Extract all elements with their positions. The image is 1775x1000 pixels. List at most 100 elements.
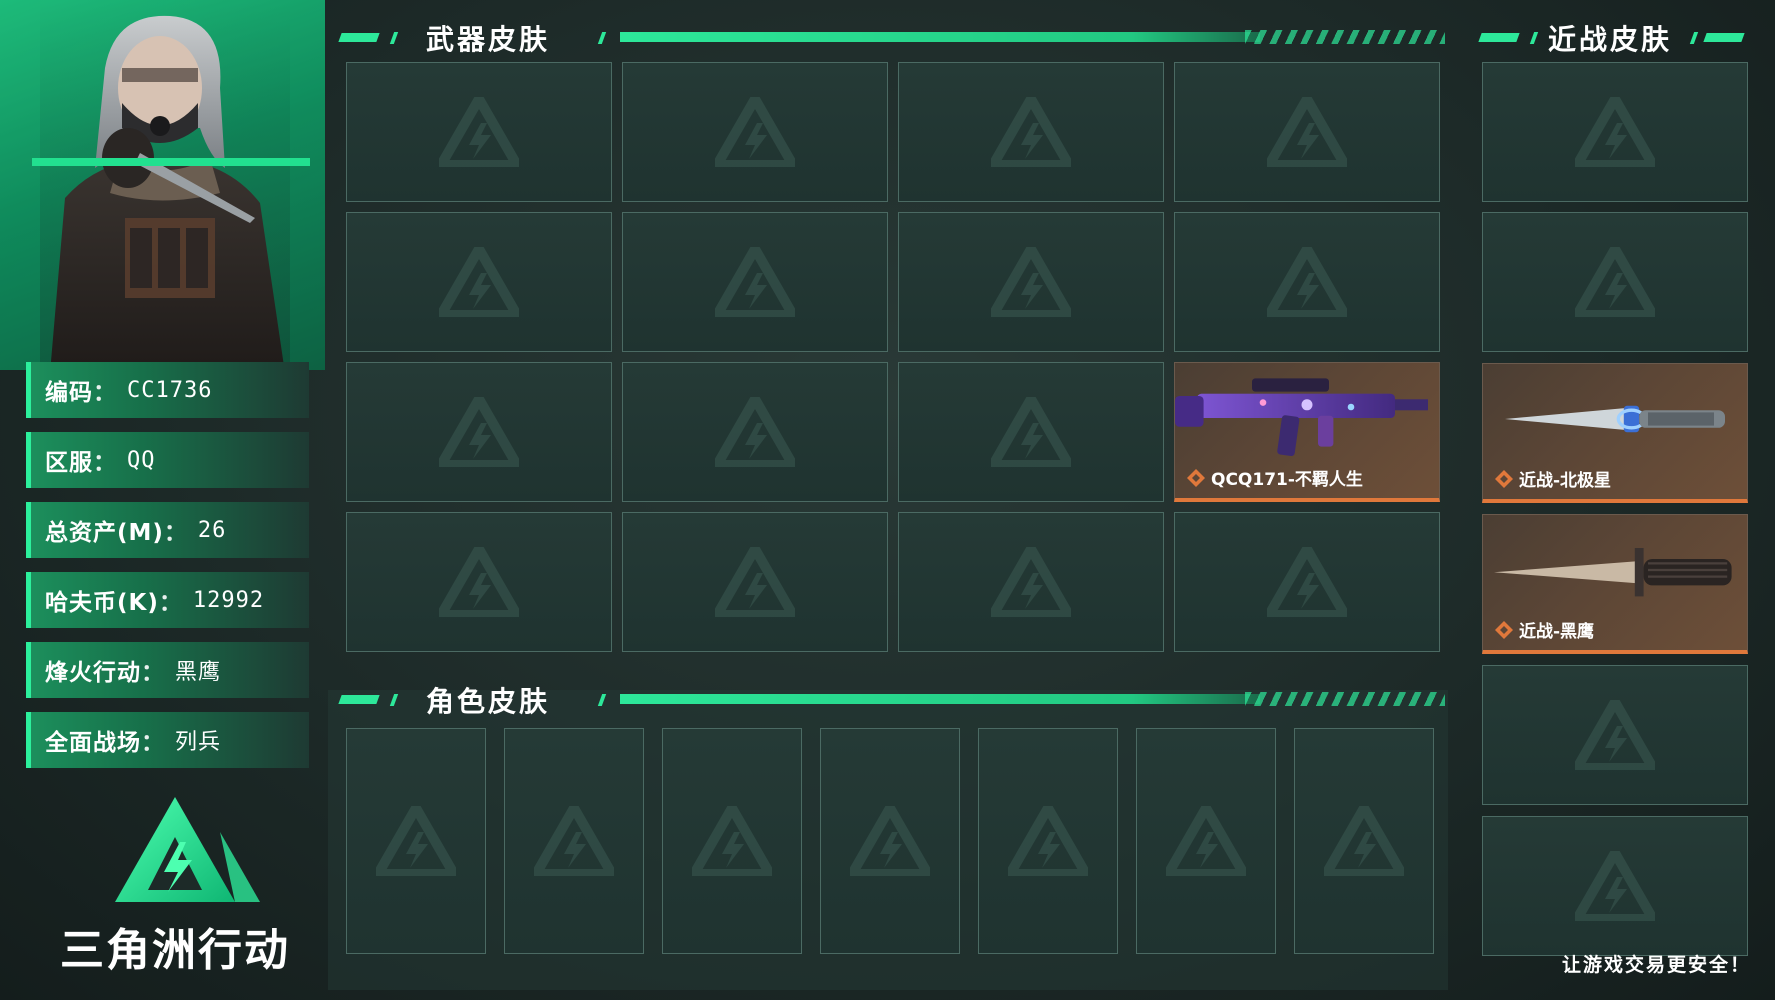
delta-logo-icon [115, 797, 260, 902]
info-key: 总资产(M) [45, 520, 164, 546]
delta-triangle-icon [527, 797, 621, 879]
info-colon: ： [158, 590, 183, 616]
delta-triangle-icon [1568, 238, 1662, 320]
weapon-skin-item[interactable]: QCQ171-不羁人生 [1174, 362, 1440, 502]
weapon-skin-empty-slot[interactable] [346, 512, 612, 652]
weapon-skin-empty-slot[interactable] [1174, 512, 1440, 652]
character-portrait [50, 15, 285, 373]
delta-triangle-icon [984, 538, 1078, 620]
melee-skin-item[interactable]: 近战-北极星 [1482, 363, 1748, 503]
delta-triangle-icon [1568, 691, 1662, 773]
hero-accent-stripe [32, 158, 310, 166]
delta-triangle-icon [1260, 88, 1354, 170]
header-slash [597, 694, 607, 706]
header-slash [389, 694, 399, 706]
melee-skin-empty-slot[interactable] [1482, 212, 1748, 352]
role-skin-empty-slot[interactable] [820, 728, 960, 954]
weapon-skin-empty-slot[interactable] [622, 62, 888, 202]
melee-skin-item-art [1483, 515, 1747, 623]
weapon-skin-empty-slot[interactable] [898, 512, 1164, 652]
delta-triangle-icon [984, 88, 1078, 170]
item-name: 近战-北极星 [1519, 471, 1612, 491]
info-row-code: 编码： CC1736 [26, 362, 309, 418]
weapon-skin-empty-slot[interactable] [346, 62, 612, 202]
role-section-header: 角色皮肤 [338, 680, 1450, 720]
info-colon: ： [163, 520, 188, 546]
role-skin-empty-slot[interactable] [1294, 728, 1434, 954]
delta-triangle-icon [1159, 797, 1253, 879]
weapon-skin-empty-slot[interactable] [346, 212, 612, 352]
delta-triangle-icon [1317, 797, 1411, 879]
weapon-skin-empty-slot[interactable] [1174, 212, 1440, 352]
role-skin-empty-slot[interactable] [662, 728, 802, 954]
weapon-skin-empty-slot[interactable] [1174, 62, 1440, 202]
delta-triangle-icon [1568, 842, 1662, 924]
header-bar [1703, 33, 1745, 42]
delta-triangle-icon [369, 797, 463, 879]
header-slash [597, 32, 607, 44]
info-value: QQ [127, 447, 156, 473]
item-name: QCQ171-不羁人生 [1211, 470, 1363, 490]
header-slash [1689, 32, 1699, 44]
delta-triangle-icon [708, 538, 802, 620]
melee-section-header: 近战皮肤 [1478, 18, 1750, 58]
header-bar [338, 33, 380, 42]
role-section-title: 角色皮肤 [426, 685, 551, 718]
info-row-warfare-rank: 全面战场： 列兵 [26, 712, 309, 768]
role-skin-empty-slot[interactable] [978, 728, 1118, 954]
delta-triangle-icon [984, 388, 1078, 470]
info-key: 哈夫币(K) [45, 590, 159, 616]
role-skin-empty-slot[interactable] [1136, 728, 1276, 954]
info-key: 编码 [45, 380, 93, 406]
info-row-havoc-coin: 哈夫币(K)： 12992 [26, 572, 309, 628]
melee-skin-empty-slot[interactable] [1482, 816, 1748, 956]
info-key: 全面战场 [45, 730, 141, 756]
item-label: 近战-黑鹰 [1495, 617, 1594, 642]
item-name: 近战-黑鹰 [1519, 622, 1595, 642]
melee-skin-empty-slot[interactable] [1482, 665, 1748, 805]
info-value: 黑鹰 [175, 660, 222, 685]
diamond-rarity-icon [1495, 620, 1513, 639]
info-colon: ： [93, 380, 117, 406]
header-line [620, 32, 1260, 42]
melee-skin-item[interactable]: 近战-黑鹰 [1482, 514, 1748, 654]
weapon-section-header: 武器皮肤 [338, 18, 1450, 58]
role-skin-empty-slot[interactable] [504, 728, 644, 954]
header-ticks [1245, 30, 1445, 44]
weapon-skin-empty-slot[interactable] [622, 212, 888, 352]
weapon-section-title: 武器皮肤 [426, 23, 551, 56]
info-value: CC1736 [127, 377, 213, 403]
delta-triangle-icon [843, 797, 937, 879]
footer-slogan: 让游戏交易更安全！ [1561, 954, 1751, 976]
weapon-skin-empty-slot[interactable] [622, 512, 888, 652]
delta-triangle-icon [708, 88, 802, 170]
info-colon: ： [93, 450, 117, 476]
delta-triangle-icon [1568, 88, 1662, 170]
info-row-total-assets: 总资产(M)： 26 [26, 502, 309, 558]
weapon-skin-empty-slot[interactable] [898, 362, 1164, 502]
header-ticks [1245, 692, 1445, 706]
delta-triangle-icon [432, 538, 526, 620]
header-slash [389, 32, 399, 44]
role-skin-empty-slot[interactable] [346, 728, 486, 954]
weapon-skin-empty-slot[interactable] [622, 362, 888, 502]
delta-triangle-icon [1260, 538, 1354, 620]
weapon-skin-empty-slot[interactable] [898, 62, 1164, 202]
melee-skin-empty-slot[interactable] [1482, 62, 1748, 202]
delta-triangle-icon [1260, 238, 1354, 320]
info-colon: ： [141, 730, 165, 756]
diamond-rarity-icon [1187, 468, 1205, 487]
info-key: 烽火行动 [45, 660, 141, 686]
delta-triangle-icon [984, 238, 1078, 320]
delta-triangle-icon [708, 388, 802, 470]
header-bar [338, 695, 380, 704]
weapon-skin-empty-slot[interactable] [898, 212, 1164, 352]
header-bar [1478, 33, 1520, 42]
delta-triangle-icon [432, 238, 526, 320]
info-row-server: 区服： QQ [26, 432, 309, 488]
weapon-skin-empty-slot[interactable] [346, 362, 612, 502]
logo-text: 三角洲行动 [60, 925, 290, 976]
info-value: 列兵 [175, 730, 222, 755]
profile-panel: 编码： CC1736 区服： QQ 总资产(M)： 26 哈夫币(K)： 12992 烽… [0, 0, 325, 1000]
header-slash [1529, 32, 1539, 44]
